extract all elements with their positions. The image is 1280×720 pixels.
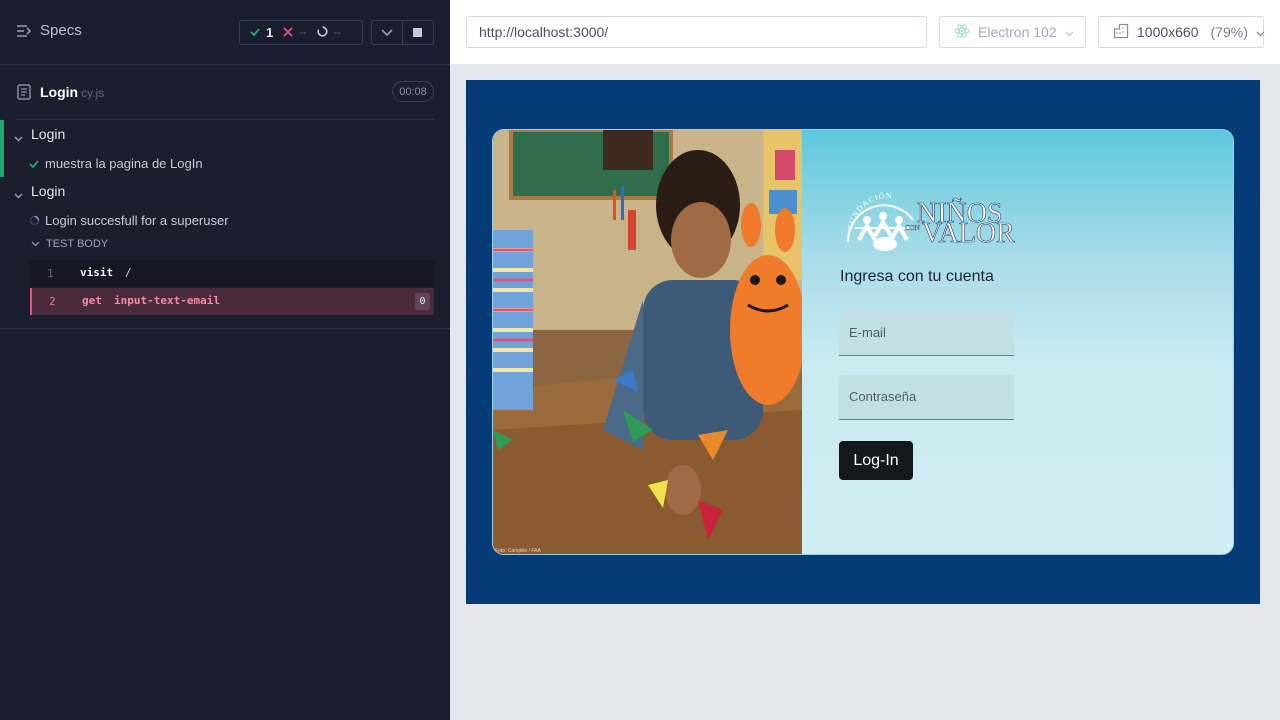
stop-icon: [413, 28, 423, 37]
viewport-info[interactable]: 1000x660 (79%): [1098, 16, 1265, 48]
command-message: input-text-email: [114, 294, 220, 307]
test-body-toggle[interactable]: TEST BODY: [31, 238, 108, 250]
command-row-failed[interactable]: 2 get input-text-email 0: [30, 288, 434, 315]
ruler-icon: [1113, 23, 1129, 42]
browser-selector[interactable]: Electron 102: [939, 16, 1086, 48]
chevron-down-icon: [14, 129, 23, 145]
menu-icon: [16, 24, 32, 38]
test-title: muestra la pagina de LogIn: [45, 156, 203, 171]
test-stats: 1 -- --: [239, 20, 363, 45]
stop-button[interactable]: [403, 21, 433, 44]
pending-stat: --: [307, 25, 341, 40]
command-name: get: [82, 294, 102, 307]
divider: [0, 328, 450, 329]
command-number: 1: [47, 267, 54, 280]
viewport-scale: (79%): [1210, 24, 1248, 40]
passed-count: 1: [266, 25, 274, 40]
password-field[interactable]: Contraseña: [839, 375, 1014, 420]
test-row-passed[interactable]: muestra la pagina de LogIn: [0, 149, 450, 177]
spec-extension: cy.js: [81, 86, 105, 100]
command-row[interactable]: 1 visit /: [30, 260, 434, 287]
test-row-running[interactable]: Login succesfull for a superuser: [0, 206, 450, 234]
pending-count: --: [333, 26, 341, 39]
aut-iframe: Foto: Campillo / FAA FUNDACIÓN NIÑOS CON…: [466, 80, 1260, 604]
x-icon: [283, 26, 293, 40]
login-button[interactable]: Log-In: [839, 441, 913, 480]
command-number: 2: [49, 295, 56, 308]
spec-header: Login cy.js 00:08: [0, 65, 450, 120]
passed-stat: 1: [240, 25, 273, 40]
running-spinner-icon: [29, 214, 40, 229]
spec-duration: 00:08: [392, 81, 434, 102]
test-body-label: TEST BODY: [46, 238, 109, 250]
chevron-down-icon: [1256, 24, 1265, 40]
login-card: Foto: Campillo / FAA FUNDACIÓN NIÑOS CON…: [492, 129, 1234, 555]
electron-icon: [954, 23, 970, 42]
suite-title: Login: [31, 183, 66, 199]
classroom-photo: Foto: Campillo / FAA: [493, 130, 802, 554]
spinner-icon: [316, 25, 328, 40]
email-field[interactable]: E-mail: [839, 311, 1014, 356]
fundacion-logo: FUNDACIÓN NIÑOS CON VALOR: [845, 190, 1025, 260]
element-count-badge: 0: [415, 293, 430, 310]
aut-header: http://localhost:3000/ Electron 102 1000…: [450, 0, 1280, 64]
logo-con-text: CON: [905, 224, 920, 232]
chevron-down-icon: [381, 24, 393, 42]
browser-name: Electron 102: [978, 24, 1057, 40]
logo-valor-text: VALOR: [922, 218, 1015, 249]
suite-row[interactable]: Login: [0, 120, 450, 148]
chevron-down-icon: [31, 238, 40, 250]
spec-name: Login: [40, 84, 79, 100]
login-heading: Ingresa con tu cuenta: [840, 268, 994, 285]
suite-row[interactable]: Login: [0, 177, 450, 205]
photo-credit: Foto: Campillo / FAA: [495, 548, 541, 554]
viewport-size: 1000x660: [1137, 24, 1199, 40]
spec-title: Login cy.js: [40, 84, 104, 100]
test-title: Login succesfull for a superuser: [45, 213, 229, 228]
reporter-panel: Specs 1 -- -- Login cy.js 00:08 Login mu…: [0, 0, 450, 720]
specs-label: Specs: [40, 22, 82, 39]
document-icon: [17, 84, 31, 105]
specs-toggle-button[interactable]: Specs: [16, 22, 82, 39]
check-icon: [29, 157, 39, 172]
command-name: visit: [80, 266, 114, 279]
url-bar[interactable]: http://localhost:3000/: [466, 16, 927, 48]
chevron-down-icon: [1065, 24, 1074, 40]
reporter-header: Specs 1 -- --: [0, 0, 450, 65]
failed-count: --: [299, 26, 307, 39]
command-message: /: [125, 266, 132, 279]
run-controls: [371, 20, 434, 45]
chevron-down-icon: [14, 186, 23, 202]
suite-title: Login: [31, 126, 66, 142]
collapse-all-button[interactable]: [372, 21, 403, 44]
failed-stat: --: [273, 26, 307, 40]
check-icon: [250, 26, 260, 40]
